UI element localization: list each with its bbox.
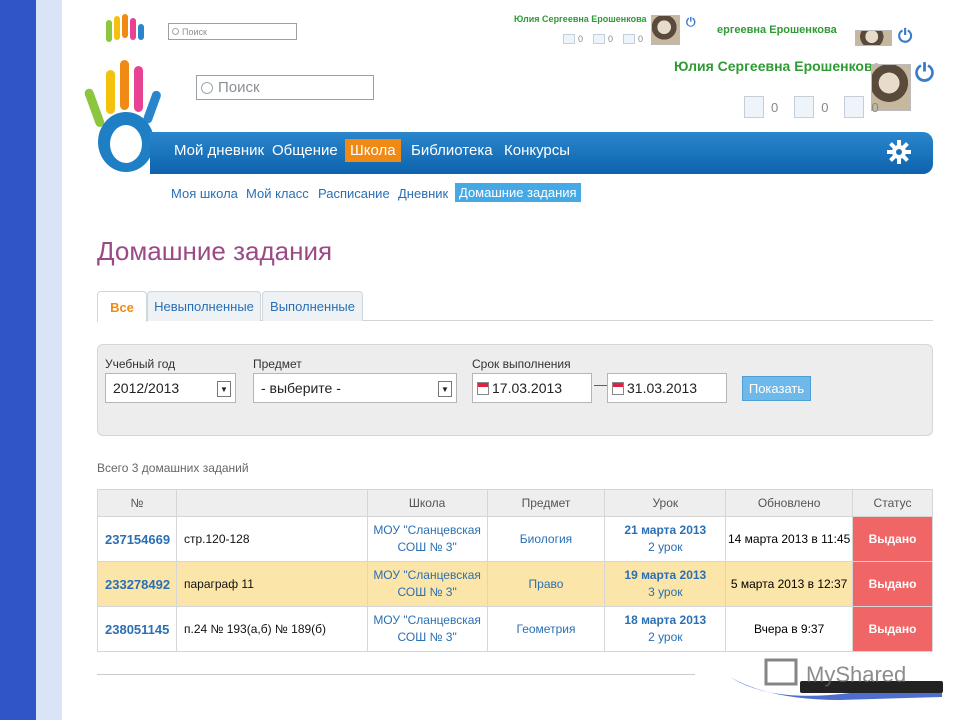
table-row[interactable]: 238051145 п.24 № 193(а,б) № 189(б) МОУ "… (97, 606, 933, 652)
school-link[interactable]: МОУ "Сланцевская СОШ № 3" (366, 561, 488, 607)
search-icon (172, 28, 179, 35)
avatar-partial[interactable] (855, 30, 892, 46)
username[interactable]: Юлия Сергеевна Ерошенкова (674, 58, 880, 74)
status-badge: Выдано (852, 606, 933, 652)
total-count: Всего 3 домашних заданий (97, 461, 249, 475)
subnav-my-school[interactable]: Моя школа (171, 186, 238, 201)
friend-icon[interactable] (794, 96, 815, 118)
nav-item-school[interactable]: Школа (345, 139, 401, 162)
lesson-link[interactable]: 18 марта 2013 2 урок (604, 606, 727, 652)
logo-hand-small-icon (106, 14, 144, 42)
status-badge: Выдано (852, 561, 933, 607)
logout-icon[interactable]: ⏻ (915, 60, 934, 88)
nav-item-library[interactable]: Библиотека (411, 142, 493, 159)
tab-incomplete[interactable]: Невыполненные (147, 291, 261, 321)
col-header-lesson[interactable]: Урок (604, 489, 727, 517)
table-bottom-divider (97, 674, 695, 675)
chevron-down-icon[interactable]: ▼ (438, 381, 452, 397)
col-header-status[interactable]: Статус (852, 489, 933, 517)
subnav-homework[interactable]: Домашние задания (455, 183, 581, 202)
search-input[interactable]: Поиск (196, 75, 374, 100)
watermark-text: MyShared (806, 662, 906, 687)
watermark-logo: MyShared (730, 658, 943, 700)
col-header-school[interactable]: Школа (366, 489, 488, 517)
school-link[interactable]: МОУ "Сланцевская СОШ № 3" (366, 516, 488, 562)
calendar-icon[interactable] (477, 381, 489, 395)
year-value: 2012/2013 (113, 380, 180, 396)
tab-all[interactable]: Все (97, 291, 147, 322)
updated-time: 14 марта 2013 в 11:45 (725, 516, 854, 562)
group-icon[interactable] (844, 96, 865, 118)
date-from-field[interactable]: 17.03.2013 (472, 373, 592, 403)
mail-icon[interactable] (744, 96, 764, 118)
date-to-field[interactable]: 31.03.2013 (607, 373, 727, 403)
date-to-value: 31.03.2013 (627, 380, 698, 396)
search-placeholder-small: Поиск (182, 26, 207, 37)
page-title: Домашние задания (97, 236, 333, 266)
subject-link[interactable]: Биология (486, 516, 606, 562)
year-select[interactable]: 2012/2013 ▼ (105, 373, 236, 403)
homework-id-link[interactable]: 233278492 (97, 561, 177, 607)
show-button[interactable]: Показать (742, 376, 811, 401)
search-icon (201, 81, 213, 94)
main-nav: Мой дневник Общение Школа Библиотека Кон… (150, 132, 933, 174)
subject-link[interactable]: Геометрия (486, 606, 606, 652)
nav-item-communication[interactable]: Общение (272, 142, 338, 159)
search-placeholder: Поиск (218, 79, 260, 96)
slide-left-bar (0, 0, 36, 720)
logout-partial-icon[interactable]: ⏻ (898, 26, 912, 47)
friend-icon[interactable] (593, 34, 606, 44)
due-label: Срок выполнения (472, 357, 571, 371)
homework-description: параграф 11 (175, 561, 368, 607)
avatar-small[interactable] (651, 15, 680, 45)
calendar-icon[interactable] (612, 381, 624, 395)
homework-description: п.24 № 193(а,б) № 189(б) (175, 606, 368, 652)
group-icon[interactable] (623, 34, 636, 44)
counters: 0 0 0 (744, 96, 879, 118)
date-from-value: 17.03.2013 (492, 380, 563, 396)
subnav-schedule[interactable]: Расписание (318, 186, 390, 201)
tab-completed[interactable]: Выполненные (262, 291, 363, 321)
status-badge: Выдано (852, 516, 933, 562)
subject-link[interactable]: Право (486, 561, 606, 607)
mail-icon[interactable] (563, 34, 575, 44)
col-header-subject[interactable]: Предмет (486, 489, 606, 517)
updated-time: Вчера в 9:37 (725, 606, 854, 652)
lesson-link[interactable]: 21 марта 2013 2 урок (604, 516, 727, 562)
date-separator: — (594, 376, 608, 392)
table-row[interactable]: 233278492 параграф 11 МОУ "Сланцевская СО… (97, 561, 933, 607)
homework-description: стр.120-128 (175, 516, 368, 562)
homework-id-link[interactable]: 237154669 (97, 516, 177, 562)
year-label: Учебный год (105, 357, 176, 371)
username-small[interactable]: Юлия Сергеевна Ерошенкова (514, 14, 647, 24)
counters-small: 0 0 0 (563, 34, 643, 44)
table-row[interactable]: 237154669 стр.120-128 МОУ "Сланцевская СО… (97, 516, 933, 562)
subject-label: Предмет (253, 357, 302, 371)
username-partial[interactable]: ергеевна Ерошенкова (717, 24, 837, 36)
homework-id-link[interactable]: 238051145 (97, 606, 177, 652)
slide-left-bar-light (36, 0, 62, 720)
search-input-small[interactable]: Поиск (168, 23, 297, 40)
updated-time: 5 марта 2013 в 12:37 (725, 561, 854, 607)
lesson-link[interactable]: 19 марта 2013 3 урок (604, 561, 727, 607)
col-header-description (175, 489, 368, 517)
col-header-updated[interactable]: Обновлено (725, 489, 854, 517)
subject-select[interactable]: - выберите - ▼ (253, 373, 457, 403)
logout-small-icon[interactable]: ⏻ (686, 15, 696, 30)
chevron-down-icon[interactable]: ▼ (217, 381, 231, 397)
homework-table: № Школа Предмет Урок Обновлено Статус 23… (97, 489, 933, 652)
col-header-number[interactable]: № (97, 489, 177, 517)
gear-icon[interactable] (887, 140, 911, 164)
nav-item-contests[interactable]: Конкурсы (504, 142, 570, 159)
school-link[interactable]: МОУ "Сланцевская СОШ № 3" (366, 606, 488, 652)
subnav-my-class[interactable]: Мой класс (246, 186, 309, 201)
nav-item-diary[interactable]: Мой дневник (174, 142, 264, 159)
table-header-row: № Школа Предмет Урок Обновлено Статус (97, 489, 933, 517)
subject-value: - выберите - (261, 380, 341, 396)
subnav-diary[interactable]: Дневник (398, 186, 448, 201)
